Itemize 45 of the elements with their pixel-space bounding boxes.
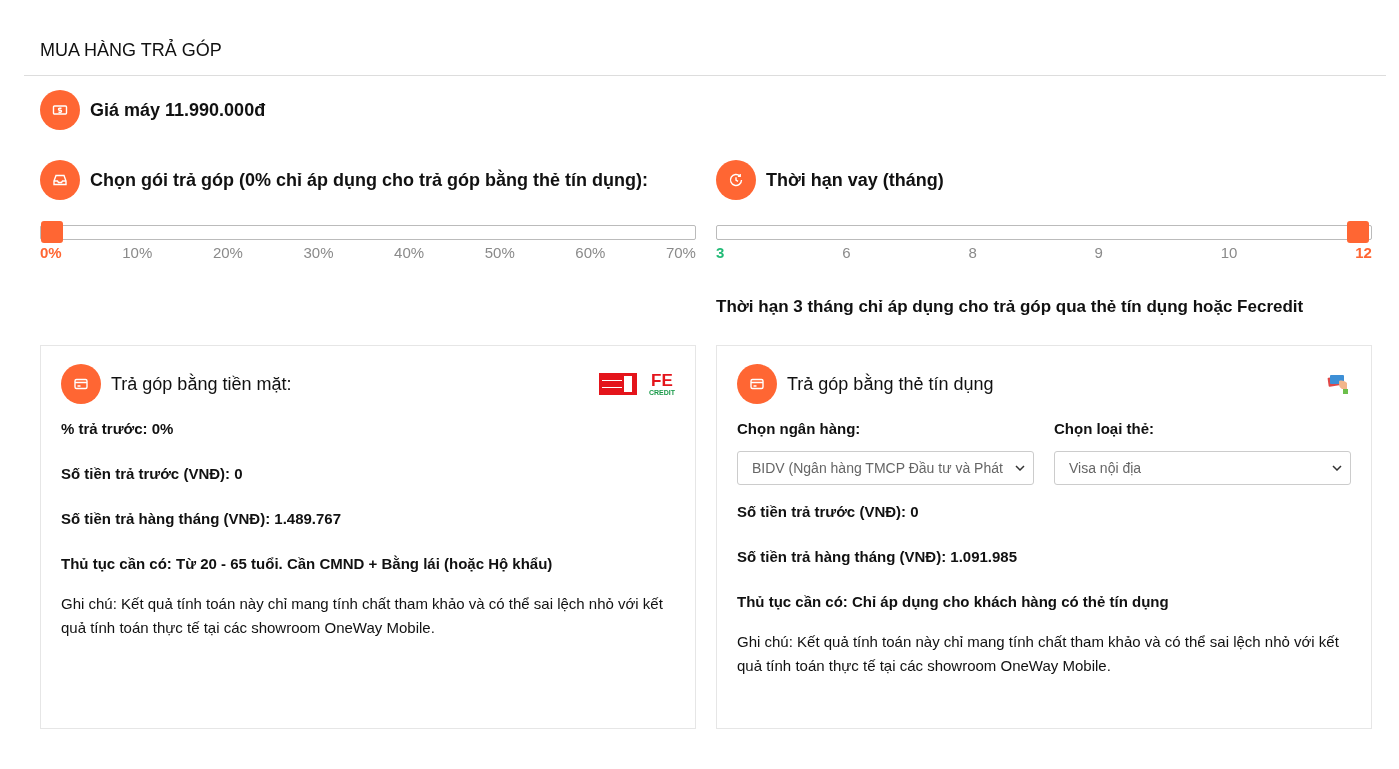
tick-label: 60% bbox=[575, 244, 606, 261]
select-label: Chọn ngân hàng: bbox=[737, 420, 862, 437]
card-title: Trả góp bằng thẻ tín dụng bbox=[787, 373, 995, 395]
tick-label: 9 bbox=[1094, 244, 1103, 261]
select-label: Chọn loại thẻ: bbox=[1054, 420, 1155, 437]
term-label: Thời hạn vay (tháng) bbox=[766, 169, 944, 191]
info-text: % trả trước: 0% bbox=[61, 420, 175, 437]
slider-thumb[interactable] bbox=[1347, 221, 1369, 243]
credit-card-icon bbox=[61, 364, 101, 404]
tick-label: 70% bbox=[665, 244, 696, 261]
tick-label: 8 bbox=[968, 244, 977, 261]
note-text: Ghi chú: Kết quả tính toán này chỉ mang tính chất tham khảo và có thể sai lệch nhỏ với kết quả tính toán thực tế tại các showroom OneWay Mobile. bbox=[61, 594, 664, 638]
term-note: Thời hạn 3 tháng chỉ áp dụng cho trả góp qua thẻ tín dụng hoặc Fecredit bbox=[716, 297, 1305, 317]
tick-label: 6 bbox=[842, 244, 851, 261]
tick-label: 12 bbox=[1355, 244, 1372, 261]
tick-label: 20% bbox=[212, 244, 243, 261]
tick-label: 0% bbox=[40, 244, 62, 261]
card-title: Trả góp bằng tiền mặt: bbox=[111, 373, 293, 395]
info-text: Số tiền trả hàng tháng (VNĐ): 1.091.985 bbox=[737, 548, 1019, 565]
tick-label: 10 bbox=[1220, 244, 1238, 261]
note-text: Ghi chú: Kết quả tính toán này chỉ mang tính chất tham khảo và có thể sai lệch nhỏ với kết quả tính toán thực tế tại các showroom OneWay Mobile. bbox=[737, 632, 1340, 676]
credit-card-icon bbox=[737, 364, 777, 404]
info-text: Số tiền trả trước (VNĐ): 0 bbox=[737, 503, 920, 520]
tick-label: 40% bbox=[394, 244, 425, 261]
tick-label: 30% bbox=[303, 244, 334, 261]
price-label: Giá máy 11.990.000đ bbox=[90, 99, 266, 121]
package-label: Chọn gói trả góp (0% chỉ áp dụng cho trả góp bằng thẻ tín dụng): bbox=[90, 169, 648, 191]
info-text: Thủ tục cần có: Chỉ áp dụng cho khách hàng có thẻ tín dụng bbox=[737, 593, 1170, 610]
chevron-down-icon bbox=[1015, 465, 1025, 471]
banknote-icon bbox=[40, 90, 80, 130]
section-title: MUA HÀNG TRẢ GÓP bbox=[24, 0, 1386, 76]
info-text: Số tiền trả hàng tháng (VNĐ): 1.489.767 bbox=[61, 510, 343, 527]
chevron-down-icon bbox=[1332, 465, 1342, 471]
info-text: Số tiền trả trước (VNĐ): 0 bbox=[61, 465, 244, 482]
tick-label: 50% bbox=[484, 244, 515, 261]
info-text: Thủ tục cần có: Từ 20 - 65 tuổi. Cần CMND + Bằng lái (hoặc Hộ khẩu) bbox=[61, 555, 554, 572]
card-hand-icon bbox=[1327, 373, 1351, 395]
dropdown[interactable]: Visa nội địa bbox=[1054, 451, 1351, 485]
slider-thumb[interactable] bbox=[41, 221, 63, 243]
tray-icon bbox=[40, 160, 80, 200]
home-credit-logo bbox=[598, 373, 637, 395]
tick-label: 10% bbox=[122, 244, 153, 261]
tick-label: 3 bbox=[716, 244, 725, 261]
dropdown[interactable]: BIDV (Ngân hàng TMCP Đầu tư và Phát bbox=[737, 451, 1034, 485]
clock-icon bbox=[716, 160, 756, 200]
